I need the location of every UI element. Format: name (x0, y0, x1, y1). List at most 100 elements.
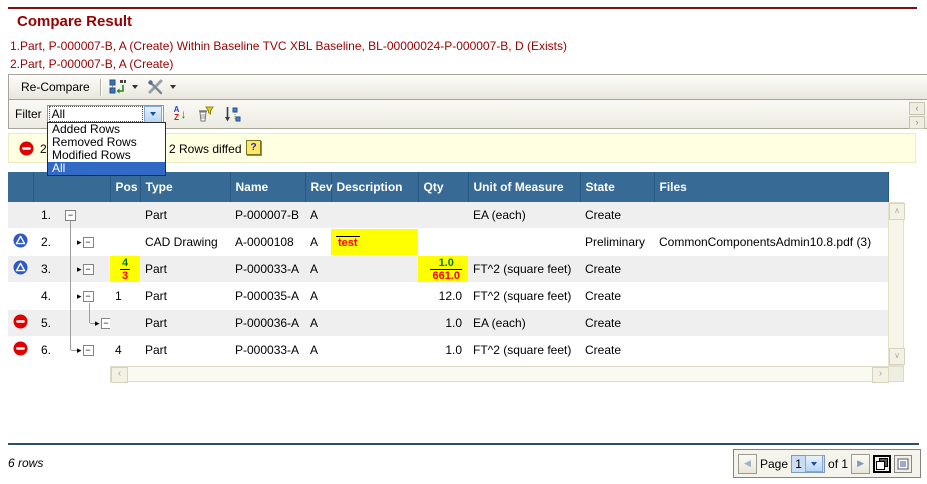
scroll-up-icon[interactable]: ∧ (889, 203, 905, 220)
row-number: 2. (41, 235, 65, 249)
diff-summary-text: 2 Rows diffed (169, 142, 242, 156)
cell-pos: 1 (110, 283, 140, 310)
scroll-down-icon[interactable]: ∨ (889, 348, 905, 365)
sort-tree-icon[interactable] (224, 106, 241, 123)
cell-type: CAD Drawing (140, 229, 230, 256)
next-page-icon[interactable]: ▶ (851, 454, 870, 474)
header-pos[interactable]: Pos (110, 172, 140, 202)
tree-connector (90, 323, 95, 324)
cell-description (331, 283, 418, 310)
cell-pos (110, 229, 140, 256)
row-number: 5. (41, 316, 65, 330)
cell-status (8, 202, 33, 229)
chevron-down-icon[interactable] (144, 106, 162, 123)
dropdown-option-modified-rows[interactable]: Modified Rows (48, 149, 165, 162)
compare-options-icon[interactable] (108, 78, 128, 96)
cell-name: P-000007-B (230, 202, 305, 229)
modified-row-icon (13, 233, 28, 248)
previous-page-icon[interactable]: ◀ (738, 454, 757, 474)
cell-status (8, 337, 33, 364)
cell-state: Create (580, 310, 654, 337)
header-uom[interactable]: Unit of Measure (468, 172, 580, 202)
header-files[interactable]: Files (654, 172, 888, 202)
cell-state: Create (580, 202, 654, 229)
cell-type: Part (140, 283, 230, 310)
horizontal-scrollbar[interactable]: ‹ › (110, 366, 890, 382)
collapse-icon[interactable]: − (83, 264, 94, 275)
compare-results-table: Pos Type Name Rev Description Qty Unit o… (8, 172, 889, 364)
table-row[interactable]: 2.▸− CAD Drawing A-0000108 A test Prelim… (8, 229, 888, 256)
cascade-view-button[interactable] (873, 455, 891, 473)
filter-select-value: All (49, 106, 143, 122)
diff-new-value: test (336, 237, 360, 249)
dropdown-option-removed-rows[interactable]: Removed Rows (48, 136, 165, 149)
re-compare-button[interactable]: Re-Compare (15, 78, 96, 96)
scroll-right-icon[interactable]: › (872, 367, 889, 383)
filter-dropdown: Added Rows Removed Rows Modified Rows Al… (47, 122, 166, 176)
cell-name: P-000035-A (230, 283, 305, 310)
cell-status (8, 256, 33, 283)
sort-az-icon[interactable]: AZ ↓ (174, 106, 187, 122)
cell-rev: A (305, 256, 331, 283)
list-view-button[interactable] (894, 455, 912, 473)
dropdown-option-all[interactable]: All (48, 162, 165, 175)
table-row[interactable]: 4.▸− 1 Part P-000035-A A 12.0 FT^2 (squa… (8, 283, 888, 310)
pane-scroll-left-icon[interactable]: ‹ (909, 102, 925, 115)
diff-bottom-value: 661.0 (430, 270, 462, 282)
table-row[interactable]: 6.▸− 4 Part P-000033-A A 1.0 FT^2 (squar… (8, 337, 888, 364)
cell-status (8, 310, 33, 337)
cell-qty (418, 202, 468, 229)
filter-select[interactable]: All (47, 105, 164, 124)
cell-uom (468, 229, 580, 256)
header-rev[interactable]: Rev (305, 172, 331, 202)
dropdown-option-added-rows[interactable]: Added Rows (48, 123, 165, 136)
page-of-label: of 1 (828, 457, 848, 471)
remove-filter-icon[interactable] (196, 106, 214, 123)
vertical-scrollbar[interactable]: ∧ ∨ (888, 202, 904, 366)
compare-source-line-1: 1.Part, P-000007-B, A (Create) Within Ba… (10, 39, 567, 53)
header-description[interactable]: Description (331, 172, 418, 202)
removed-rows-icon (19, 141, 34, 159)
collapse-icon[interactable]: − (83, 345, 94, 356)
bottom-divider (8, 443, 919, 445)
header-qty[interactable]: Qty (418, 172, 468, 202)
tree-connector (70, 221, 71, 350)
header-type[interactable]: Type (140, 172, 230, 202)
cell-name: P-000036-A (230, 310, 305, 337)
header-state[interactable]: State (580, 172, 654, 202)
cell-files (654, 283, 888, 310)
removed-row-icon (13, 341, 28, 356)
collapse-icon[interactable]: − (65, 210, 76, 221)
cell-status (8, 229, 33, 256)
tree-arrow-icon: ▸ (77, 237, 82, 247)
table-row[interactable]: 3.▸− 43 Part P-000033-A A 1.0661.0 FT^2 … (8, 256, 888, 283)
cell-description (331, 256, 418, 283)
cell-files: CommonComponentsAdmin10.8.pdf (3) (654, 229, 888, 256)
collapse-icon[interactable]: − (83, 237, 94, 248)
tools-icon[interactable] (146, 78, 166, 96)
cell-qty: 12.0 (418, 283, 468, 310)
help-icon[interactable]: ? (246, 140, 261, 155)
cell-status (8, 283, 33, 310)
page-select[interactable]: 1 (791, 455, 825, 473)
chevron-down-icon[interactable] (170, 85, 176, 89)
list-view-icon (897, 458, 909, 470)
cell-type: Part (140, 256, 230, 283)
top-divider (8, 7, 917, 9)
cell-state: Create (580, 337, 654, 364)
filter-label: Filter (15, 107, 42, 121)
cell-qty-diff: 1.0661.0 (418, 256, 468, 283)
header-name[interactable]: Name (230, 172, 305, 202)
chevron-down-icon[interactable] (132, 85, 138, 89)
collapse-icon[interactable]: − (83, 291, 94, 302)
cell-rev: A (305, 202, 331, 229)
diff-top-value: 4 (120, 257, 130, 270)
scroll-left-icon[interactable]: ‹ (111, 367, 128, 383)
pane-scroll-right-icon[interactable]: › (909, 116, 925, 129)
chevron-down-icon[interactable] (805, 455, 823, 472)
collapse-icon[interactable]: − (101, 318, 110, 329)
page-select-value: 1 (792, 457, 805, 471)
table-row[interactable]: 5.▸− Part P-000036-A A 1.0 EA (each) Cre… (8, 310, 888, 337)
table-row[interactable]: 1.− Part P-000007-B A EA (each) Create (8, 202, 888, 229)
removed-row-icon (13, 314, 28, 329)
